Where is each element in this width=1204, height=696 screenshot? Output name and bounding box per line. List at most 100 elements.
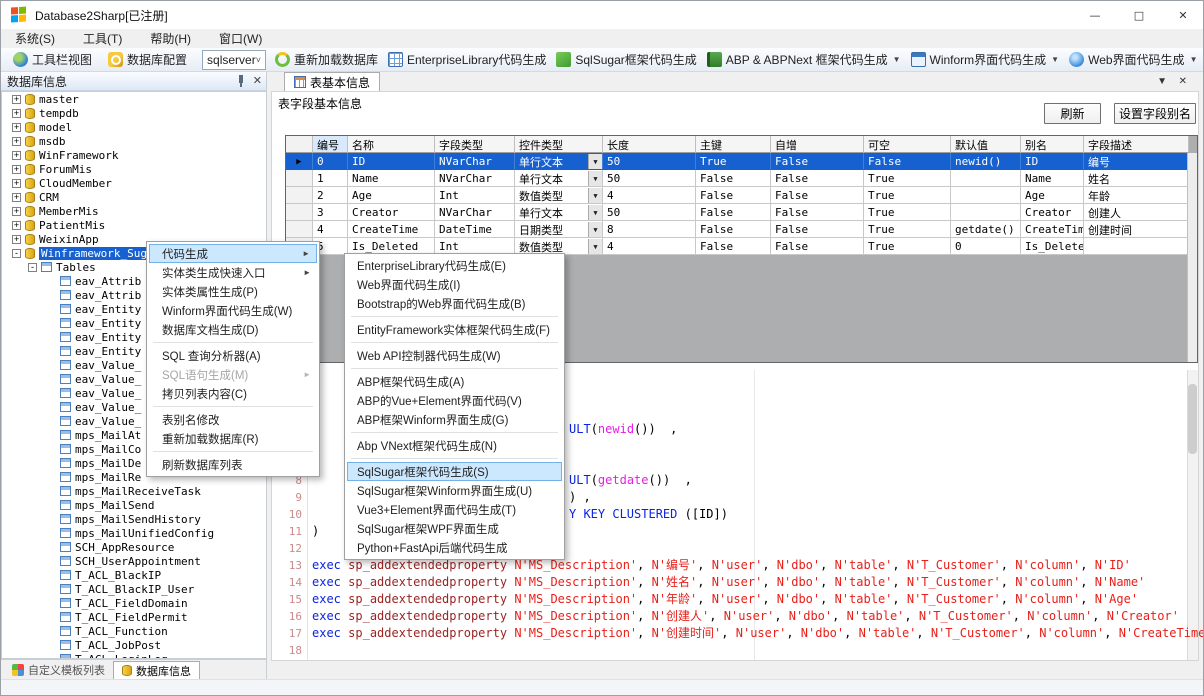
toolbar-winform-button[interactable]: Winform界面代码生成 ▼ xyxy=(906,49,1065,70)
toolbar-abp-button[interactable]: ABP & ABPNext 框架代码生成 ▼ xyxy=(702,49,906,70)
tree-item-MemberMis[interactable]: +MemberMis xyxy=(2,204,266,218)
grid-cell[interactable]: 单行文本▼ xyxy=(515,153,603,170)
grid-cell[interactable]: 单行文本▼ xyxy=(515,204,603,221)
set-field-alias-button[interactable]: 设置字段别名 xyxy=(1114,103,1196,124)
grid-cell[interactable]: 0 xyxy=(313,153,348,170)
grid-cell[interactable]: True xyxy=(864,204,951,221)
menu-item-4[interactable]: EntityFramework实体框架代码生成(F) xyxy=(347,320,562,339)
table-row[interactable]: 4CreateTimeDateTime日期类型▼8FalseFalseTrueg… xyxy=(286,221,1197,238)
grid-cell[interactable]: 姓名 xyxy=(1084,170,1189,187)
sql-scrollbar[interactable] xyxy=(1187,370,1198,660)
menu-item-11[interactable]: 重新加载数据库(R) xyxy=(149,429,317,448)
close-button[interactable]: ✕ xyxy=(1161,1,1204,29)
row-header-cell[interactable] xyxy=(286,187,313,204)
toolbar-reload-button[interactable]: 重新加载数据库 xyxy=(270,49,383,70)
grid-cell[interactable]: 创建人 xyxy=(1084,204,1189,221)
menu-item-0[interactable]: EnterpriseLibrary代码生成(E) xyxy=(347,256,562,275)
tree-item-ForumMis[interactable]: +ForumMis xyxy=(2,162,266,176)
grid-cell[interactable]: False xyxy=(771,221,864,238)
grid-cell[interactable]: 编号 xyxy=(1084,153,1189,170)
grid-cell[interactable]: Name xyxy=(1021,170,1084,187)
tree-item-table-26[interactable]: T_ACL_JobPost xyxy=(2,638,266,652)
menu-item-18[interactable]: Python+FastApi后端代码生成 xyxy=(347,538,562,557)
grid-cell[interactable]: 50 xyxy=(603,204,696,221)
grid-cell[interactable] xyxy=(951,170,1021,187)
table-row[interactable]: 3CreatorNVarChar单行文本▼50FalseFalseTrueCre… xyxy=(286,204,1197,221)
combo-dropdown-icon[interactable]: ▼ xyxy=(588,154,602,169)
combo-dropdown-icon[interactable]: ▼ xyxy=(588,205,602,220)
left-tab-0[interactable]: 自定义模板列表 xyxy=(4,661,113,679)
grid-header-4[interactable]: 长度 xyxy=(603,136,696,153)
menu-item-2[interactable]: 实体类属性生成(P) xyxy=(149,282,317,301)
grid-cell[interactable]: False xyxy=(771,187,864,204)
menu-item-16[interactable]: Vue3+Element界面代码生成(T) xyxy=(347,500,562,519)
tab-table-basic-info[interactable]: 表基本信息 xyxy=(284,72,380,91)
grid-cell[interactable]: False xyxy=(864,153,951,170)
tree-item-table-22[interactable]: T_ACL_BlackIP_User xyxy=(2,582,266,596)
grid-cell[interactable]: False xyxy=(771,153,864,170)
menu-item-1[interactable]: 实体类生成快速入口► xyxy=(149,263,317,282)
database-type-select[interactable]: sqlserver ˅ xyxy=(202,50,266,70)
grid-cell[interactable]: ID xyxy=(348,153,435,170)
grid-cell[interactable]: 8 xyxy=(603,221,696,238)
grid-cell[interactable]: False xyxy=(771,170,864,187)
menu-item-0[interactable]: 代码生成► xyxy=(149,244,317,263)
expand-icon[interactable]: + xyxy=(12,137,21,146)
expand-icon[interactable]: + xyxy=(12,95,21,104)
grid-cell[interactable]: False xyxy=(696,238,771,255)
grid-cell[interactable]: True xyxy=(864,238,951,255)
grid-cell[interactable]: False xyxy=(696,221,771,238)
grid-header-8[interactable]: 默认值 xyxy=(951,136,1021,153)
menu-item-8[interactable]: ABP框架代码生成(A) xyxy=(347,372,562,391)
tree-item-table-25[interactable]: T_ACL_Function xyxy=(2,624,266,638)
expand-icon[interactable]: + xyxy=(12,109,21,118)
grid-cell[interactable]: 4 xyxy=(603,238,696,255)
collapse-icon[interactable]: - xyxy=(28,263,37,272)
tab-list-dropdown-icon[interactable]: ▼ xyxy=(1157,76,1167,87)
tree-item-table-15[interactable]: mps_MailReceiveTask xyxy=(2,484,266,498)
grid-cell[interactable]: 年龄 xyxy=(1084,187,1189,204)
grid-header-2[interactable]: 字段类型 xyxy=(435,136,515,153)
menu-item-10[interactable]: 表别名修改 xyxy=(149,410,317,429)
expand-icon[interactable]: + xyxy=(12,165,21,174)
grid-cell[interactable]: 单行文本▼ xyxy=(515,170,603,187)
expand-icon[interactable]: + xyxy=(12,207,21,216)
grid-cell[interactable]: Age xyxy=(1021,187,1084,204)
grid-header-1[interactable]: 名称 xyxy=(348,136,435,153)
tree-item-table-27[interactable]: T_ACL_LoginLog xyxy=(2,652,266,659)
grid-cell[interactable] xyxy=(951,187,1021,204)
tab-close-icon[interactable]: ✕ xyxy=(1179,76,1187,87)
expand-icon[interactable]: + xyxy=(12,193,21,202)
combo-dropdown-icon[interactable]: ▼ xyxy=(588,188,602,203)
menu-item-14[interactable]: SqlSugar框架代码生成(S) xyxy=(347,462,562,481)
menu-item-13[interactable]: 刷新数据库列表 xyxy=(149,455,317,474)
expand-icon[interactable]: + xyxy=(12,123,21,132)
grid-header-6[interactable]: 自增 xyxy=(771,136,864,153)
grid-cell[interactable]: False xyxy=(696,204,771,221)
grid-cell[interactable]: 数值类型▼ xyxy=(515,187,603,204)
grid-cell[interactable]: NVarChar xyxy=(435,204,515,221)
grid-cell[interactable]: Age xyxy=(348,187,435,204)
grid-cell[interactable]: ID xyxy=(1021,153,1084,170)
grid-cell[interactable]: 4 xyxy=(603,187,696,204)
grid-cell[interactable]: 3 xyxy=(313,204,348,221)
grid-cell[interactable]: False xyxy=(696,187,771,204)
grid-cell[interactable]: CreateTime xyxy=(1021,221,1084,238)
table-row[interactable]: ▶0IDNVarChar单行文本▼50TrueFalseFalsenewid()… xyxy=(286,153,1197,170)
toolbar-web-button[interactable]: Web界面代码生成 ▼ xyxy=(1064,49,1202,70)
grid-header-0[interactable]: 编号 xyxy=(313,136,348,153)
menu-item-6[interactable]: SQL 查询分析器(A) xyxy=(149,346,317,365)
tree-item-PatientMis[interactable]: +PatientMis xyxy=(2,218,266,232)
toolbar-sqlsugar-button[interactable]: SqlSugar框架代码生成 xyxy=(551,49,701,70)
expand-icon[interactable]: + xyxy=(12,221,21,230)
grid-cell[interactable]: newid() xyxy=(951,153,1021,170)
grid-scrollbar[interactable] xyxy=(1187,153,1197,362)
menu-item-9[interactable]: ABP的Vue+Element界面代码(V) xyxy=(347,391,562,410)
grid-cell[interactable]: 创建时间 xyxy=(1084,221,1189,238)
menubar-item-2[interactable]: 帮助(H) xyxy=(136,28,205,49)
toolbar-view-button[interactable]: 工具栏视图 xyxy=(8,49,97,70)
tree-item-table-20[interactable]: SCH_UserAppointment xyxy=(2,554,266,568)
combo-dropdown-icon[interactable]: ▼ xyxy=(588,239,602,254)
tree-item-table-21[interactable]: T_ACL_BlackIP xyxy=(2,568,266,582)
row-header-cell[interactable] xyxy=(286,170,313,187)
